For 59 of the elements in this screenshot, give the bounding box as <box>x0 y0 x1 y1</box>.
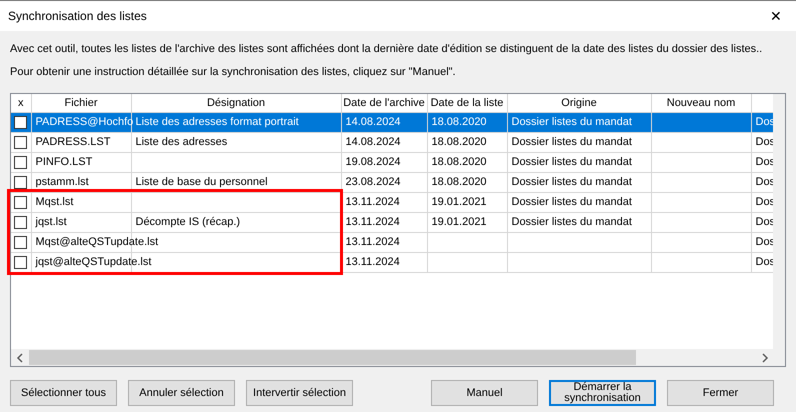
checkbox[interactable] <box>14 176 27 188</box>
table-cell: 18.08.2020 <box>432 156 487 168</box>
table-cell: 18.08.2020 <box>432 176 487 188</box>
table-cell: 14.08.2024 <box>346 136 401 148</box>
dialog-button[interactable]: Annuler sélection <box>128 380 235 406</box>
table-cell: 19.08.2024 <box>346 156 401 168</box>
table-cell: jqst@alteQSTupdate.lst <box>36 256 152 268</box>
table-cell: Dossier listes du mandat <box>512 196 632 208</box>
table-cell: 14.08.2024 <box>346 116 401 128</box>
table-cell: Liste des adresses <box>136 136 228 148</box>
table-cell: Dossier listes du mandat <box>512 116 632 128</box>
dialog-button[interactable]: Fermer <box>667 380 774 406</box>
column-header[interactable]: Origine <box>561 96 597 108</box>
column-header[interactable]: Date de l'archive <box>343 96 425 108</box>
window-title: Synchronisation des listes <box>8 8 147 25</box>
table-cell: Liste des adresses format portrait <box>136 116 299 128</box>
table-cell: Dossier listes du mandat <box>512 216 632 228</box>
horizontal-scrollbar[interactable] <box>11 349 785 366</box>
checkbox[interactable] <box>14 216 27 228</box>
table-cell: PADRESS.LST <box>36 136 110 148</box>
dialog-button[interactable]: Démarrer la synchronisation <box>549 380 656 406</box>
dialog-button[interactable]: Sélectionner tous <box>10 380 117 406</box>
checkbox[interactable] <box>14 116 27 128</box>
instruction-text: Pour obtenir une instruction détaillée sur la synchronisation des listes, cliquez sur "Manuel". <box>10 64 457 80</box>
table-cell: Dossier listes du mandat <box>512 176 632 188</box>
table-cell: Dossier listes du mandat <box>512 156 632 168</box>
checkbox[interactable] <box>14 256 27 268</box>
table-cell: 19.01.2021 <box>432 216 487 228</box>
table-cell: 13.11.2024 <box>346 216 400 228</box>
table-cell: 18.08.2020 <box>432 136 487 148</box>
checkbox[interactable] <box>14 156 27 168</box>
checkbox[interactable] <box>14 236 27 248</box>
column-header[interactable]: x <box>18 96 24 108</box>
table-cell: Liste de base du personnel <box>136 176 268 188</box>
table-cell: jqst.lst <box>36 216 67 228</box>
table-cell: Dossier listes du mandat <box>512 136 632 148</box>
table-cell: 13.11.2024 <box>346 196 400 208</box>
table-cell: 13.11.2024 <box>346 256 400 268</box>
scrollbar-thumb[interactable] <box>29 350 636 365</box>
instruction-text: Avec cet outil, toutes les listes de l'archive des listes sont affichées dont la dernière date d'édition se distinguent de la date des listes du dossier des listes.. <box>10 42 764 57</box>
column-header[interactable]: Nouveau nom <box>666 96 736 108</box>
table-cell: 23.08.2024 <box>346 176 401 188</box>
close-button[interactable]: ✕ <box>764 5 788 27</box>
column-header[interactable]: Désignation <box>206 96 266 108</box>
table-cell: 19.01.2021 <box>432 196 487 208</box>
table-cell: pstamm.lst <box>36 176 89 188</box>
dialog-button[interactable]: Intervertir sélection <box>246 380 353 406</box>
column-header[interactable]: Date de la liste <box>430 96 504 108</box>
table-cell: PINFO.LST <box>36 156 92 168</box>
table-cell: Mqst@alteQSTupdate.lst <box>36 236 158 248</box>
table-cell: 18.08.2020 <box>432 116 487 128</box>
checkbox[interactable] <box>14 136 27 148</box>
dialog-button[interactable]: Manuel <box>431 380 538 406</box>
table-cell: 13.11.2024 <box>346 236 400 248</box>
vertical-scrollbar[interactable] <box>773 94 785 350</box>
table-cell: Mqst.lst <box>36 196 74 208</box>
checkbox[interactable] <box>14 196 27 208</box>
table-cell: Décompte IS (récap.) <box>136 216 240 228</box>
column-header[interactable]: Fichier <box>64 96 98 108</box>
